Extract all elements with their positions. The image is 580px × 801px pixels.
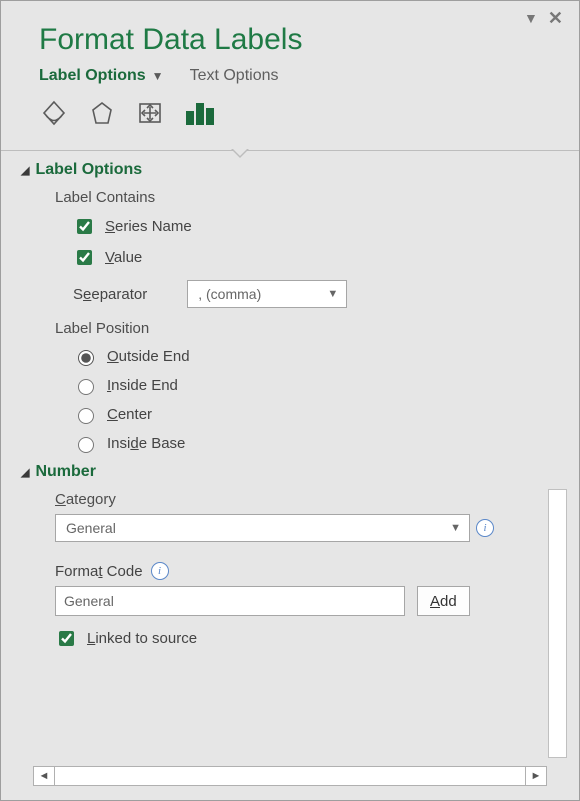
- pane-title: Format Data Labels: [39, 23, 553, 57]
- section-number-title: Number: [35, 463, 95, 481]
- scroll-left-button[interactable]: ◄: [33, 766, 55, 786]
- collapse-icon: ◢: [21, 164, 29, 177]
- fill-line-icon[interactable]: [39, 99, 69, 132]
- format-data-labels-pane: ▼ ✕ Format Data Labels Label Options ▼ T…: [0, 0, 580, 801]
- checkbox-value-input[interactable]: [77, 250, 92, 265]
- checkbox-value-label: Value: [105, 249, 142, 266]
- format-code-label: Format Code: [55, 563, 143, 580]
- tab-label-options[interactable]: Label Options ▼: [39, 67, 164, 85]
- tab-label-options-text: Label Options: [39, 67, 146, 85]
- radio-inside-end-label: Inside End: [107, 377, 178, 394]
- scroll-track[interactable]: [55, 766, 525, 786]
- horizontal-scrollbar[interactable]: ◄ ►: [33, 766, 547, 786]
- radio-inside-base-input[interactable]: [78, 437, 94, 453]
- radio-center[interactable]: Center: [73, 405, 553, 424]
- effects-icon[interactable]: [87, 99, 117, 132]
- section-label-options-header[interactable]: ◢ Label Options: [21, 161, 553, 179]
- chevron-down-icon: ▼: [450, 522, 461, 534]
- checkbox-value[interactable]: Value: [73, 247, 553, 268]
- format-code-input[interactable]: [55, 586, 405, 616]
- chevron-down-icon: ▼: [152, 69, 164, 83]
- label-position-heading: Label Position: [55, 320, 553, 337]
- radio-outside-end-input[interactable]: [78, 350, 94, 366]
- checkbox-series-name-input[interactable]: [77, 219, 92, 234]
- checkbox-linked-to-source[interactable]: Linked to source: [55, 628, 553, 649]
- radio-center-label: Center: [107, 406, 152, 423]
- checkbox-series-name-label: Series Name: [105, 218, 192, 235]
- tab-text-options[interactable]: Text Options: [190, 67, 279, 85]
- separator-dropdown-value: , (comma): [198, 286, 261, 302]
- separator-dropdown[interactable]: , (comma) ▼: [187, 280, 347, 308]
- radio-outside-end[interactable]: Outside End: [73, 347, 553, 366]
- radio-inside-end[interactable]: Inside End: [73, 376, 553, 395]
- radio-inside-base-label: Inside Base: [107, 435, 185, 452]
- separator-label: Seeparator: [73, 286, 147, 303]
- label-contains-heading: Label Contains: [55, 189, 553, 206]
- scroll-right-button[interactable]: ►: [525, 766, 547, 786]
- info-icon[interactable]: i: [151, 562, 169, 580]
- vertical-scrollbar[interactable]: [548, 489, 567, 758]
- checkbox-series-name[interactable]: Series Name: [73, 216, 553, 237]
- radio-outside-end-label: Outside End: [107, 348, 190, 365]
- chevron-down-icon: ▼: [327, 288, 338, 300]
- section-label-options-title: Label Options: [35, 161, 142, 179]
- radio-inside-end-input[interactable]: [78, 379, 94, 395]
- size-properties-icon[interactable]: [135, 99, 165, 132]
- checkbox-linked-input[interactable]: [59, 631, 74, 646]
- close-icon[interactable]: ✕: [548, 11, 563, 25]
- pane-menu-icon[interactable]: ▼: [524, 11, 538, 25]
- info-icon[interactable]: i: [476, 519, 494, 537]
- category-dropdown-value: General: [66, 520, 116, 536]
- label-options-icon[interactable]: [183, 99, 217, 132]
- checkbox-linked-label: Linked to source: [87, 630, 197, 647]
- radio-center-input[interactable]: [78, 408, 94, 424]
- add-button[interactable]: Add: [417, 586, 470, 616]
- category-dropdown[interactable]: General ▼: [55, 514, 470, 542]
- collapse-icon: ◢: [21, 466, 29, 479]
- category-label: Category: [55, 491, 553, 508]
- category-icon-row: [39, 99, 553, 150]
- radio-inside-base[interactable]: Inside Base: [73, 434, 553, 453]
- section-number-header[interactable]: ◢ Number: [21, 463, 553, 481]
